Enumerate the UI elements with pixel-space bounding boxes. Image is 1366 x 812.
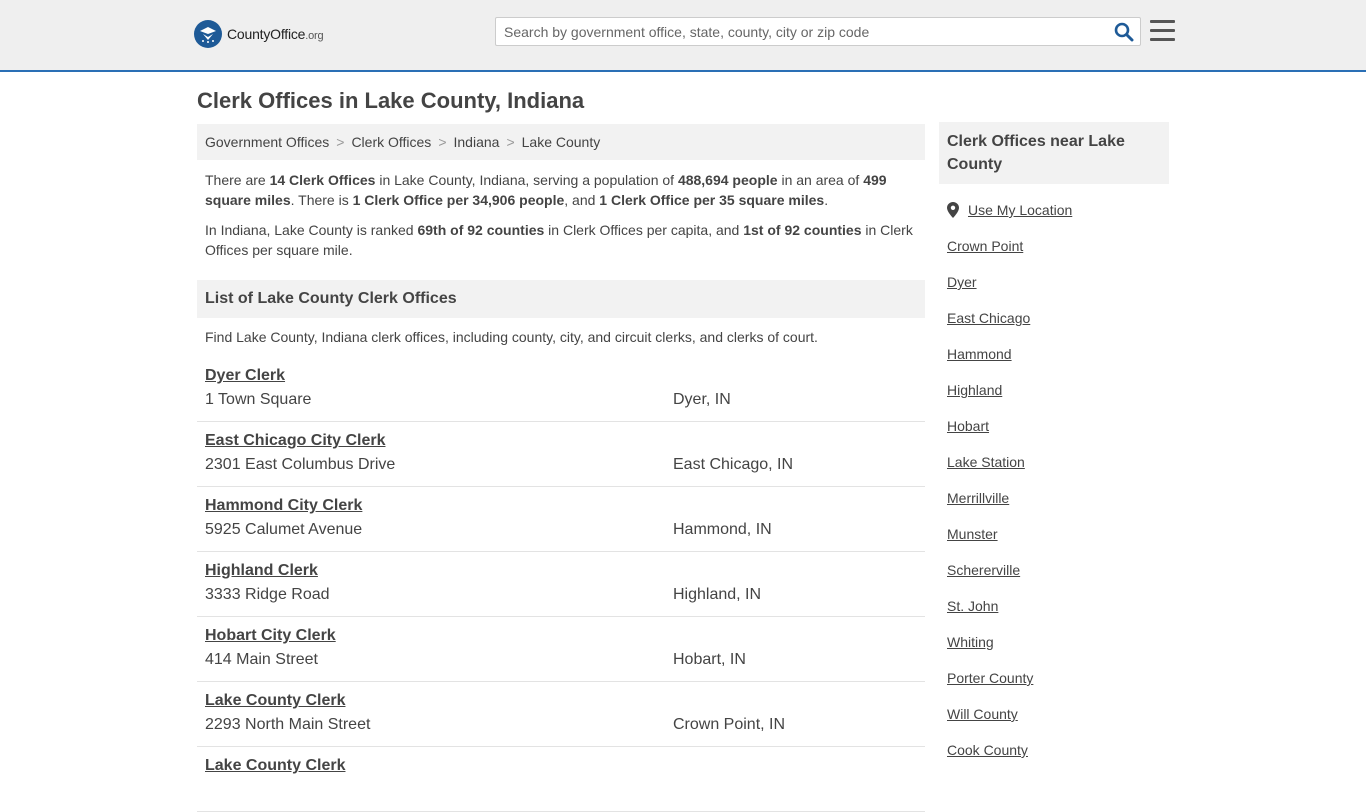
list-item: Lake County Clerk xyxy=(197,747,925,812)
breadcrumb: Government Offices > Clerk Offices > Ind… xyxy=(197,124,925,160)
logo-suffix: .org xyxy=(305,30,324,42)
sidebar-link-dyer[interactable]: Dyer xyxy=(947,274,1169,290)
office-address: 1 Town Square xyxy=(205,391,312,408)
sidebar-link-porter-county[interactable]: Porter County xyxy=(947,670,1169,686)
office-list-heading: List of Lake County Clerk Offices xyxy=(197,280,925,318)
sidebar-link-lake-station[interactable]: Lake Station xyxy=(947,454,1169,470)
breadcrumb-indiana[interactable]: Indiana xyxy=(454,134,500,150)
office-name-link[interactable]: Lake County Clerk xyxy=(205,756,917,776)
page-title: Clerk Offices in Lake County, Indiana xyxy=(197,88,585,113)
sidebar-link-merrillville[interactable]: Merrillville xyxy=(947,490,1169,506)
site-logo[interactable]: CountyOffice.org xyxy=(194,20,324,48)
sidebar-link-schererville[interactable]: Schererville xyxy=(947,562,1169,578)
sidebar-link-whiting[interactable]: Whiting xyxy=(947,634,1169,650)
sidebar-link-munster[interactable]: Munster xyxy=(947,526,1169,542)
office-address: 3333 Ridge Road xyxy=(205,586,330,603)
office-address: 5925 Calumet Avenue xyxy=(205,521,363,538)
list-item: Hammond City Clerk 5925 Calumet Avenue H… xyxy=(197,487,925,552)
intro-paragraph-rank: In Indiana, Lake County is ranked 69th o… xyxy=(205,222,913,258)
logo-wordmark: CountyOffice.org xyxy=(227,26,324,42)
office-city: Hobart, IN xyxy=(673,651,746,668)
office-name-link[interactable]: East Chicago City Clerk xyxy=(205,431,917,451)
office-address: 414 Main Street xyxy=(205,651,318,668)
use-location: Use My Location xyxy=(939,202,1169,218)
sidebar-link-hammond[interactable]: Hammond xyxy=(947,346,1169,362)
list-item: Dyer Clerk 1 Town Square Dyer, IN xyxy=(197,357,925,422)
list-item: Hobart City Clerk 414 Main Street Hobart… xyxy=(197,617,925,682)
sidebar-link-will-county[interactable]: Will County xyxy=(947,706,1169,722)
search-box xyxy=(495,17,1141,46)
sidebar-heading: Clerk Offices near Lake County xyxy=(939,122,1169,184)
map-pin-icon xyxy=(947,202,959,218)
office-city: East Chicago, IN xyxy=(673,456,794,473)
office-list-description: Find Lake County, Indiana clerk offices,… xyxy=(205,329,818,345)
intro-paragraph-stats: There are 14 Clerk Offices in Lake Count… xyxy=(205,172,887,208)
office-name-link[interactable]: Hobart City Clerk xyxy=(205,626,917,646)
list-item: Lake County Clerk 2293 North Main Street… xyxy=(197,682,925,747)
list-item: East Chicago City Clerk 2301 East Columb… xyxy=(197,422,925,487)
list-item: Highland Clerk 3333 Ridge Road Highland,… xyxy=(197,552,925,617)
sidebar: Clerk Offices near Lake County Use My Lo… xyxy=(939,122,1169,758)
intro-text: There are 14 Clerk Offices in Lake Count… xyxy=(205,170,917,270)
office-city: Crown Point, IN xyxy=(673,716,786,733)
sidebar-link-st-john[interactable]: St. John xyxy=(947,598,1169,614)
logo-seal-icon xyxy=(194,20,222,48)
office-address: 2293 North Main Street xyxy=(205,716,371,733)
office-name-link[interactable]: Highland Clerk xyxy=(205,561,917,581)
nearby-links: Crown Point Dyer East Chicago Hammond Hi… xyxy=(939,238,1169,758)
hamburger-menu-icon[interactable] xyxy=(1150,20,1175,42)
sidebar-link-cook-county[interactable]: Cook County xyxy=(947,742,1169,758)
search-button[interactable] xyxy=(1114,22,1134,42)
office-address: 2301 East Columbus Drive xyxy=(205,456,396,473)
breadcrumb-clerk-offices[interactable]: Clerk Offices xyxy=(351,134,431,150)
search-input[interactable] xyxy=(496,18,1106,45)
breadcrumb-separator: > xyxy=(506,134,515,150)
breadcrumb-separator: > xyxy=(438,134,447,150)
office-list: Dyer Clerk 1 Town Square Dyer, IN East C… xyxy=(197,357,925,812)
office-city: Dyer, IN xyxy=(673,391,731,408)
office-city: Highland, IN xyxy=(673,586,762,603)
sidebar-link-hobart[interactable]: Hobart xyxy=(947,418,1169,434)
site-header: CountyOffice.org xyxy=(0,0,1366,72)
office-city: Hammond, IN xyxy=(673,521,772,538)
search-icon xyxy=(1114,22,1134,42)
breadcrumb-lake-county[interactable]: Lake County xyxy=(522,134,601,150)
office-name-link[interactable]: Dyer Clerk xyxy=(205,366,917,386)
sidebar-link-crown-point[interactable]: Crown Point xyxy=(947,238,1169,254)
office-name-link[interactable]: Lake County Clerk xyxy=(205,691,917,711)
logo-main: CountyOffice xyxy=(227,26,306,42)
use-my-location-link[interactable]: Use My Location xyxy=(968,202,1072,218)
office-name-link[interactable]: Hammond City Clerk xyxy=(205,496,917,516)
breadcrumb-government-offices[interactable]: Government Offices xyxy=(205,134,329,150)
breadcrumb-separator: > xyxy=(336,134,345,150)
sidebar-link-highland[interactable]: Highland xyxy=(947,382,1169,398)
sidebar-link-east-chicago[interactable]: East Chicago xyxy=(947,310,1169,326)
